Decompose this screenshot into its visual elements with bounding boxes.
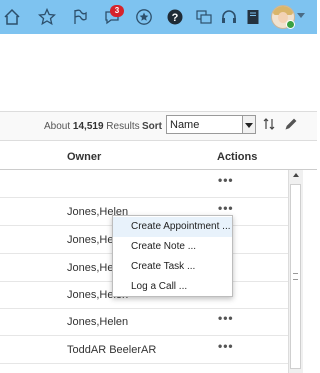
menu-item-create-appointment[interactable]: Create Appointment ... (113, 217, 232, 237)
notification-count-badge: 3 (110, 5, 124, 17)
book-icon[interactable] (243, 7, 263, 27)
sort-label: Sort (142, 121, 162, 132)
table-row[interactable]: ••• (0, 170, 288, 198)
menu-item-log-a-call[interactable]: Log a Call ... (113, 277, 232, 297)
row-actions-button[interactable]: ••• (218, 201, 234, 215)
star-icon[interactable] (37, 7, 57, 27)
sort-dropdown-button[interactable] (242, 116, 255, 133)
results-count-value: 14,519 (72, 121, 104, 132)
headset-icon[interactable] (219, 7, 239, 27)
row-actions-menu: Create Appointment ... Create Note ... C… (112, 215, 233, 297)
chevron-down-icon[interactable] (297, 13, 305, 18)
flag-icon[interactable] (70, 7, 90, 27)
results-suffix: Results (106, 121, 140, 132)
menu-item-create-note[interactable]: Create Note ... (113, 237, 232, 257)
menu-item-create-task[interactable]: Create Task ... (113, 257, 232, 277)
star-circle-icon[interactable] (134, 7, 154, 27)
scrollbar[interactable] (288, 170, 303, 373)
table-row[interactable]: ToddAR BeelerAR ••• (0, 336, 288, 364)
row-actions-button[interactable]: ••• (218, 311, 234, 325)
recent-pages-icon[interactable] (194, 7, 214, 27)
presence-status-dot (286, 20, 295, 29)
column-header-actions: Actions (217, 151, 258, 163)
home-icon[interactable] (2, 7, 22, 27)
owner-cell[interactable]: ToddAR BeelerAR (67, 344, 156, 356)
column-header-owner[interactable]: Owner (67, 151, 101, 163)
results-prefix: About (44, 121, 71, 132)
top-toolbar: 3 ? (0, 0, 317, 34)
owner-cell[interactable]: Jones,Helen (67, 316, 128, 328)
svg-text:?: ? (172, 12, 179, 24)
sort-direction-icon[interactable] (262, 117, 276, 134)
scrollbar-grip (293, 273, 298, 280)
menu-item-label: Log a Call ... (131, 281, 188, 292)
menu-item-label: Create Task ... (131, 261, 196, 272)
results-count: About 14,519 Results (44, 121, 140, 132)
menu-item-label: Create Appointment ... (131, 221, 231, 232)
table-row[interactable]: Jones,Helen ••• (0, 308, 288, 336)
row-actions-button[interactable]: ••• (218, 173, 234, 187)
sort-select-value: Name (170, 119, 200, 131)
help-icon[interactable]: ? (165, 7, 185, 27)
table-header: Owner Actions (0, 145, 317, 170)
sort-select[interactable]: Name (166, 115, 256, 134)
row-actions-button[interactable]: ••• (218, 339, 234, 353)
scrollbar-thumb[interactable] (290, 184, 301, 369)
edit-icon[interactable] (284, 117, 298, 134)
chevron-down-icon (245, 123, 253, 128)
menu-item-label: Create Note ... (131, 241, 197, 252)
scroll-up-arrow-icon[interactable] (293, 173, 299, 177)
